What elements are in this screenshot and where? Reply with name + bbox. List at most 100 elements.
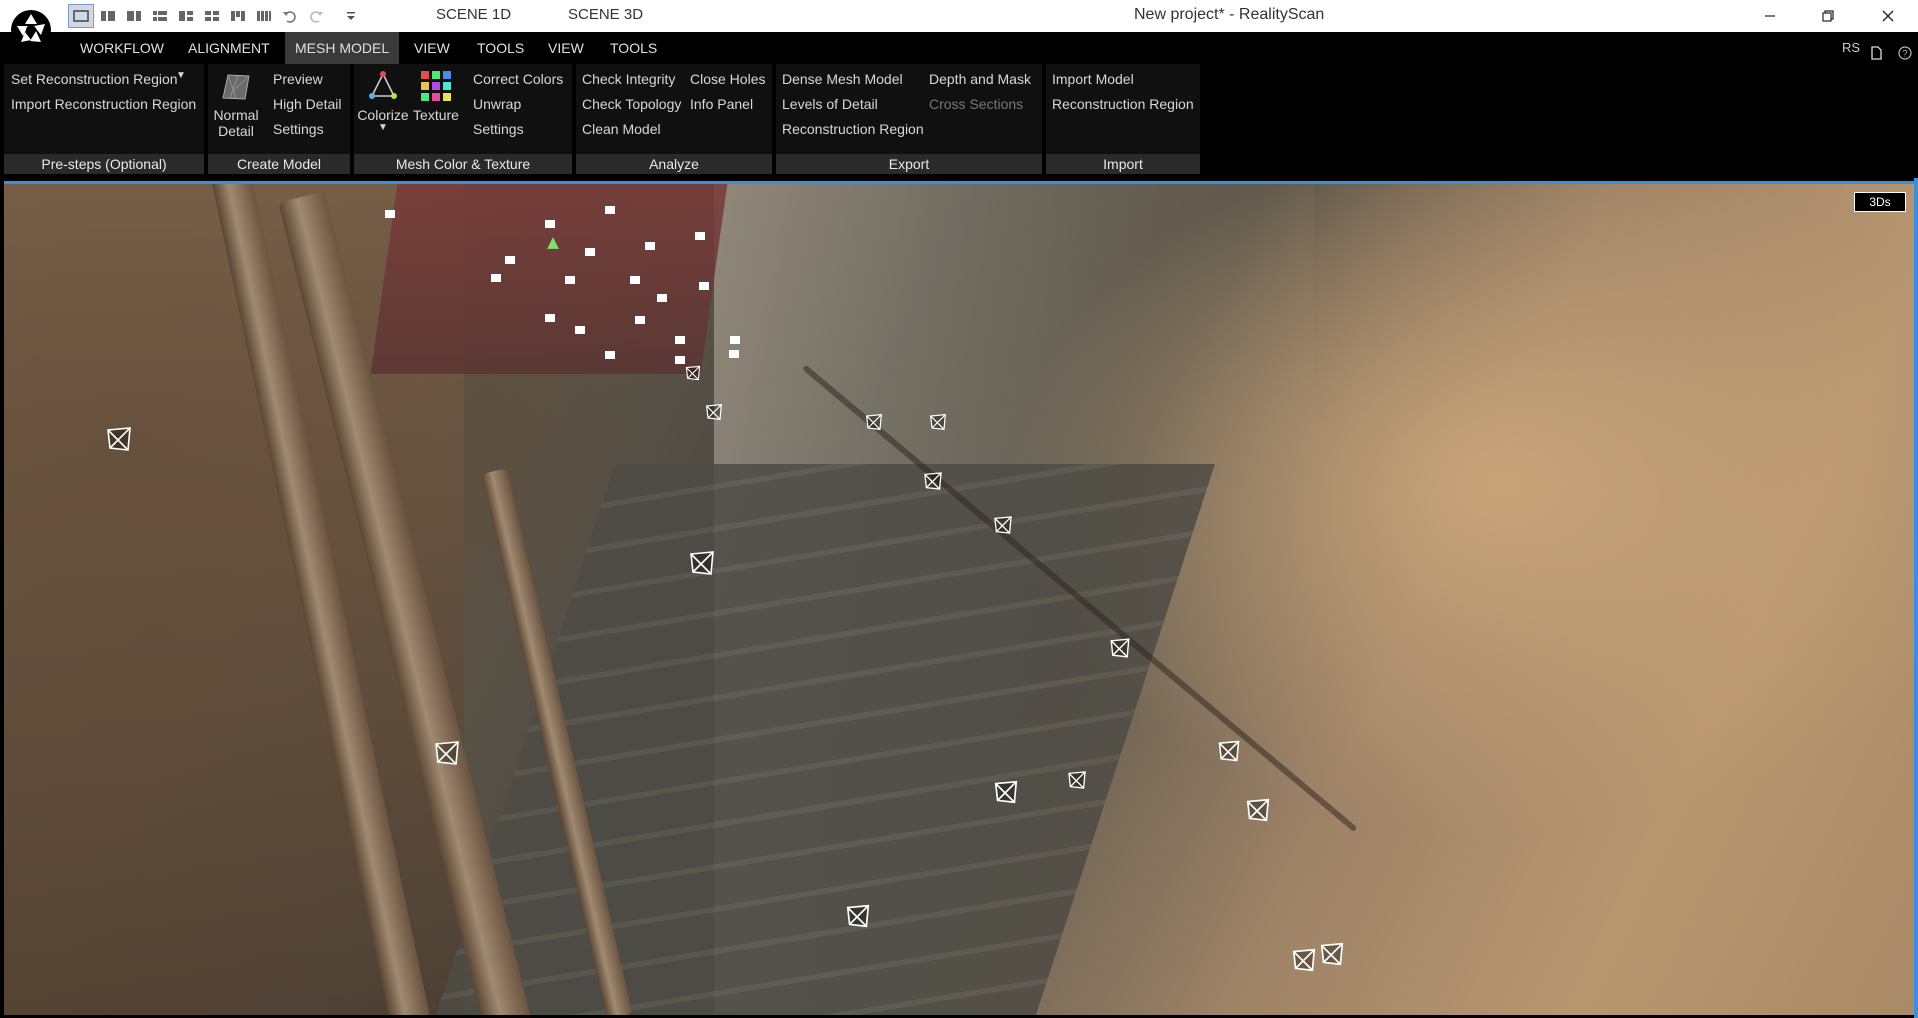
layout-quad-icon[interactable] [253, 4, 275, 28]
check-integrity-button[interactable]: Check Integrity [582, 71, 675, 87]
camera-icon[interactable] [1108, 636, 1132, 660]
title-bar: SCENE 1D SCENE 3D New project* - Reality… [0, 0, 1918, 32]
normal-detail-button[interactable]: Normal Detail [212, 70, 260, 139]
rs-label[interactable]: RS [1842, 32, 1860, 64]
camera-icon[interactable] [490, 272, 502, 284]
preview-button[interactable]: Preview [273, 71, 323, 87]
export-levels-of-detail-button[interactable]: Levels of Detail [782, 96, 878, 112]
camera-icon[interactable] [687, 548, 717, 578]
colorize-button[interactable]: Colorize ▼ [357, 68, 409, 133]
create-model-settings-button[interactable]: Settings [273, 121, 324, 137]
camera-icon[interactable] [928, 412, 948, 432]
camera-icon[interactable] [729, 334, 741, 346]
restore-button[interactable] [1806, 0, 1850, 32]
customize-toolbar-icon[interactable] [342, 4, 360, 28]
check-topology-button[interactable]: Check Topology [582, 96, 681, 112]
mesh-model-icon [222, 74, 250, 100]
camera-icon[interactable] [104, 424, 134, 454]
menu-workflow[interactable]: WORKFLOW [70, 32, 174, 64]
camera-icon[interactable] [504, 254, 516, 266]
layout-three-icon[interactable] [175, 4, 197, 28]
layout-columns-icon[interactable] [227, 4, 249, 28]
camera-icon[interactable] [544, 312, 556, 324]
clean-model-button[interactable]: Clean Model [582, 121, 661, 137]
info-panel-button[interactable]: Info Panel [690, 96, 753, 112]
minimize-button[interactable] [1748, 0, 1792, 32]
camera-icon[interactable] [674, 354, 686, 366]
camera-icon[interactable] [698, 280, 710, 292]
document-icon[interactable] [1870, 40, 1882, 60]
close-button[interactable] [1866, 0, 1910, 32]
menu-tools[interactable]: TOOLS [467, 32, 534, 64]
camera-icon[interactable] [384, 208, 396, 220]
import-model-button[interactable]: Import Model [1052, 71, 1134, 87]
camera-icon[interactable] [544, 218, 556, 230]
camera-icon[interactable] [684, 364, 702, 382]
layout-split-icon[interactable] [97, 4, 119, 28]
camera-icon[interactable] [844, 902, 872, 930]
group-import: Import Model Reconstruction Region Impor… [1046, 64, 1200, 174]
export-depth-mask-button[interactable]: Depth and Mask [929, 71, 1031, 87]
camera-icon[interactable] [1244, 796, 1272, 824]
camera-icon[interactable] [604, 349, 616, 361]
import-reconstruction-region-btn[interactable]: Reconstruction Region [1052, 96, 1194, 112]
layout-single-icon[interactable] [68, 4, 94, 28]
help-icon[interactable]: ? [1898, 40, 1912, 60]
camera-icon[interactable] [992, 514, 1014, 536]
camera-icon[interactable] [432, 738, 462, 768]
layout-two-icon[interactable] [123, 4, 145, 28]
tab-scene-3d[interactable]: SCENE 3D [568, 6, 643, 23]
dropdown-arrow-icon[interactable]: ▼ [176, 70, 186, 81]
camera-icon[interactable] [574, 324, 586, 336]
layout-grid-icon[interactable] [201, 4, 223, 28]
group-footer-pre-steps: Pre-steps (Optional) [4, 154, 204, 174]
correct-colors-button[interactable]: Correct Colors [473, 71, 563, 87]
camera-icon[interactable] [1318, 940, 1346, 968]
export-reconstruction-region-button[interactable]: Reconstruction Region [782, 121, 924, 137]
camera-icon[interactable] [694, 230, 706, 242]
camera-icon[interactable] [864, 412, 884, 432]
undo-icon[interactable] [279, 4, 301, 28]
camera-icon[interactable] [644, 240, 656, 252]
camera-icon[interactable] [604, 204, 616, 216]
colorize-icon [369, 71, 397, 99]
texture-button[interactable]: Texture [411, 68, 461, 123]
menu-mesh-model[interactable]: MESH MODEL [285, 32, 400, 64]
export-cross-sections-button[interactable]: Cross Sections [929, 96, 1023, 112]
tab-scene-1d[interactable]: SCENE 1D [436, 6, 511, 23]
set-reconstruction-region-button[interactable]: Set Reconstruction Region [11, 71, 178, 87]
camera-icon[interactable] [656, 292, 668, 304]
camera-icon[interactable] [728, 348, 740, 360]
high-detail-button[interactable]: High Detail [273, 96, 341, 112]
import-reconstruction-region-button[interactable]: Import Reconstruction Region [11, 96, 196, 112]
menu-tools-2[interactable]: TOOLS [600, 32, 667, 64]
camera-icon[interactable] [1216, 738, 1242, 764]
camera-icon[interactable] [634, 314, 646, 326]
view-mode-badge[interactable]: 3Ds [1854, 192, 1906, 212]
camera-icon[interactable] [1290, 946, 1318, 974]
menu-alignment[interactable]: ALIGNMENT [178, 32, 280, 64]
camera-icon[interactable] [674, 334, 686, 346]
menu-view[interactable]: VIEW [404, 32, 460, 64]
group-pre-steps: Set Reconstruction Region ▼ Import Recon… [4, 64, 204, 174]
camera-selected-icon[interactable] [546, 236, 560, 250]
export-dense-mesh-button[interactable]: Dense Mesh Model [782, 71, 903, 87]
camera-icon[interactable] [1064, 769, 1090, 791]
camera-icon[interactable] [704, 402, 724, 422]
viewport-3d[interactable]: 3Ds [4, 181, 1918, 1015]
camera-icon[interactable] [564, 274, 576, 286]
camera-icon[interactable] [992, 778, 1020, 806]
app-logo-icon[interactable] [10, 9, 52, 51]
group-footer-create-model: Create Model [208, 154, 350, 174]
camera-icon[interactable] [584, 246, 596, 258]
mesh-color-settings-button[interactable]: Settings [473, 121, 524, 137]
menu-view-2[interactable]: VIEW [538, 32, 594, 64]
unwrap-button[interactable]: Unwrap [473, 96, 521, 112]
layout-list-icon[interactable] [149, 4, 171, 28]
redo-icon[interactable] [305, 4, 327, 28]
group-analyze: Check Integrity Check Topology Clean Mod… [576, 64, 772, 174]
camera-icon[interactable] [922, 470, 944, 492]
close-holes-button[interactable]: Close Holes [690, 71, 765, 87]
colorize-dropdown-icon[interactable]: ▼ [357, 123, 409, 133]
camera-icon[interactable] [629, 274, 641, 286]
